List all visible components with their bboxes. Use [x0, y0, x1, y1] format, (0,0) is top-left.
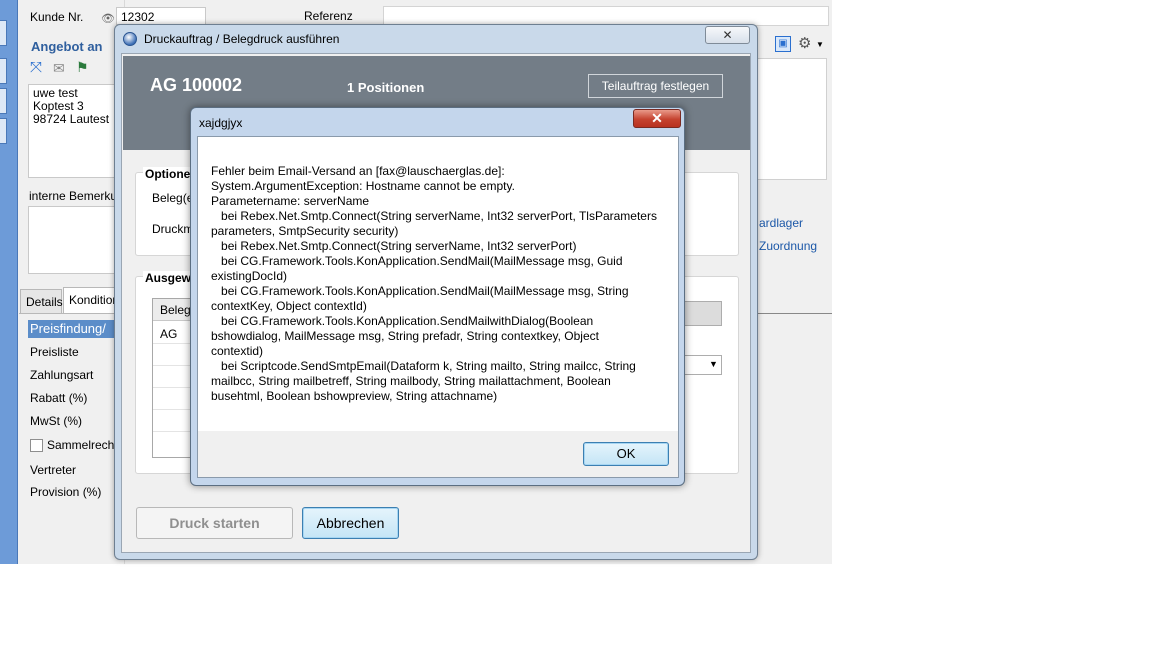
- positions-count: 1 Positionen: [347, 80, 425, 95]
- druck-label: Druckm: [152, 222, 194, 236]
- chevron-down-icon[interactable]: ▼: [816, 40, 824, 49]
- kunde-value: 12302: [121, 10, 155, 24]
- link-lager[interactable]: ardlager: [759, 216, 803, 230]
- left-navigation-strip: [0, 0, 18, 564]
- link-zuordnung[interactable]: Zuordnung: [759, 239, 817, 253]
- field-label: Preisliste: [30, 345, 79, 359]
- field-label: Rabatt (%): [30, 391, 88, 405]
- field-label: Sammelrechn: [47, 438, 122, 452]
- field-label: MwSt (%): [30, 414, 82, 428]
- angebot-title: Angebot an: [31, 39, 103, 54]
- kunde-field[interactable]: 12302: [116, 7, 206, 25]
- abbrechen-button[interactable]: Abbrechen: [302, 507, 399, 539]
- message-box-title: xajdgjyx: [199, 116, 243, 130]
- right-info-box: [757, 58, 827, 180]
- kunde-label: Kunde Nr.: [30, 10, 84, 24]
- strip-button[interactable]: [0, 88, 7, 114]
- error-message-text: Fehler beim Email-Versand an [fax@lausch…: [211, 164, 657, 403]
- referenz-label: Referenz: [304, 9, 353, 23]
- druck-starten-button[interactable]: Druck starten: [136, 507, 293, 539]
- expand-icon[interactable]: ⤧: [30, 59, 42, 76]
- print-dialog-title: Druckauftrag / Belegdruck ausführen: [144, 32, 340, 46]
- chevron-down-icon: ▼: [709, 359, 718, 369]
- close-button[interactable]: ✕: [705, 26, 750, 44]
- route-icon[interactable]: ⚑: [76, 59, 89, 76]
- address-line: 98724 Lautest: [33, 112, 110, 126]
- grid-cell[interactable]: AG: [160, 327, 177, 341]
- referenz-field[interactable]: [383, 6, 829, 26]
- app-icon: [123, 32, 137, 46]
- preisfindung-header: Preisfindung/: [28, 320, 124, 338]
- divider: [757, 313, 832, 314]
- address-box[interactable]: uwe test Koptest 3 98724 Lautest: [28, 84, 122, 178]
- strip-button[interactable]: [0, 20, 7, 46]
- strip-button[interactable]: [0, 118, 7, 144]
- gear-icon[interactable]: ⚙: [798, 34, 811, 52]
- sammelrechnung-checkbox[interactable]: [30, 439, 43, 452]
- strip-button[interactable]: [0, 58, 7, 84]
- print-dialog-titlebar[interactable]: Druckauftrag / Belegdruck ausführen ✕: [115, 25, 757, 53]
- field-label: Zahlungsart: [30, 368, 94, 382]
- field-label: Vertreter: [30, 463, 77, 477]
- beleg-label: Beleg(e: [152, 191, 194, 205]
- document-number: AG 100002: [150, 75, 243, 95]
- close-button[interactable]: ✕: [633, 109, 681, 128]
- window-icon[interactable]: ▣: [775, 36, 791, 52]
- message-area: Fehler beim Email-Versand an [fax@lausch…: [198, 137, 678, 431]
- printer-dropdown[interactable]: ▼: [682, 355, 722, 375]
- error-message-box: xajdgjyx ✕ Fehler beim Email-Versand an …: [190, 107, 685, 486]
- tab-details[interactable]: Details: [20, 289, 63, 313]
- teilauftrag-button[interactable]: Teilauftrag festlegen: [588, 74, 723, 98]
- bemerkung-field[interactable]: [28, 206, 122, 274]
- lookup-icon[interactable]: 👁: [101, 12, 115, 25]
- field-label: Provision (%): [30, 485, 102, 499]
- bemerkung-label: interne Bemerkun: [29, 189, 124, 203]
- mail-icon[interactable]: ✉: [53, 60, 65, 77]
- message-box-body: Fehler beim Email-Versand an [fax@lausch…: [197, 136, 679, 478]
- ok-button[interactable]: OK: [583, 442, 669, 466]
